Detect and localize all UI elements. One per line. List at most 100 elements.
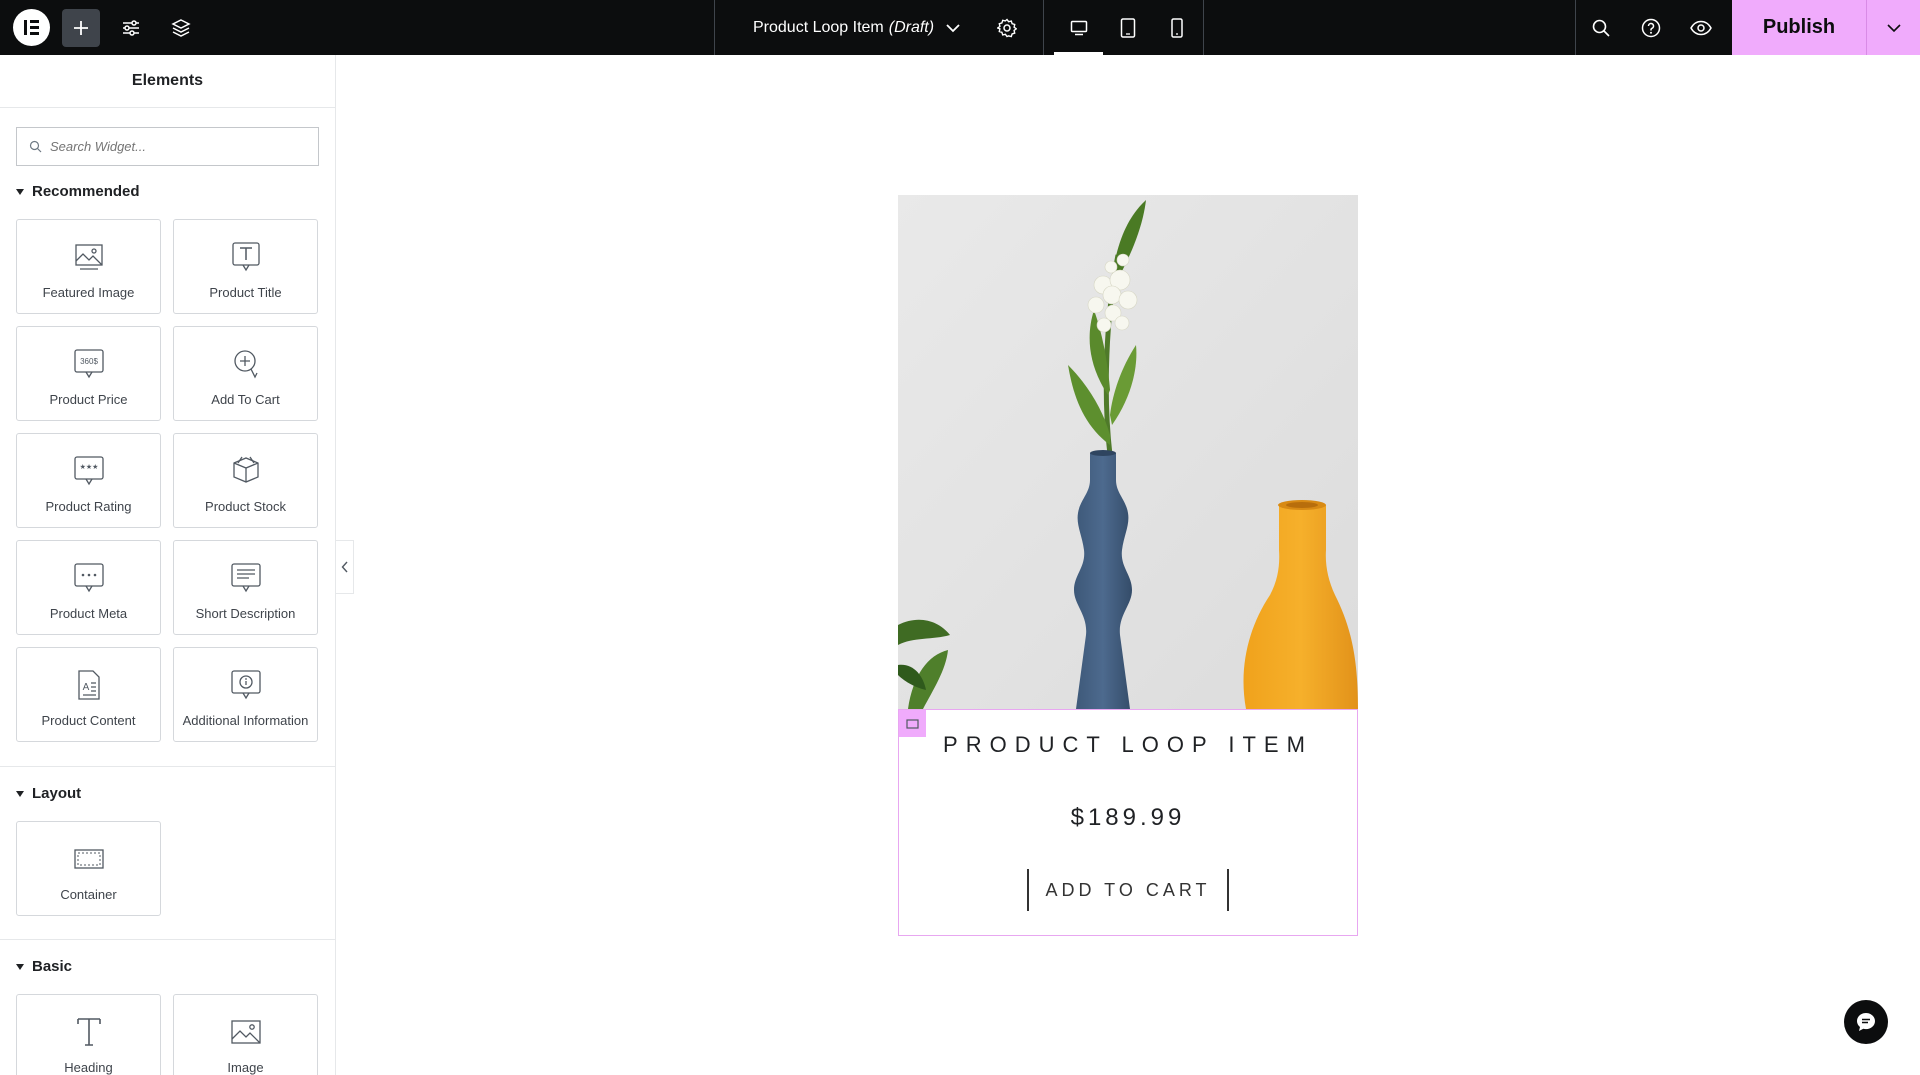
- chevron-left-icon: [341, 561, 349, 573]
- widget-label: Product Rating: [45, 499, 132, 514]
- product-rating-icon: ★★★: [73, 452, 105, 490]
- layers-icon: [171, 18, 191, 38]
- svg-text:★★★: ★★★: [79, 463, 98, 471]
- widget-label: Heading: [64, 1060, 113, 1075]
- short-description-icon: [230, 559, 262, 597]
- widget-add-to-cart[interactable]: Add To Cart: [173, 326, 318, 421]
- search-input[interactable]: [50, 139, 290, 154]
- recommended-widgets: Featured Image Product Title 360$ Produc…: [16, 219, 318, 742]
- document-title: Product Loop Item: [753, 18, 884, 36]
- section-basic[interactable]: Basic: [16, 958, 72, 975]
- site-settings-button[interactable]: [112, 9, 150, 47]
- widget-label: Container: [60, 887, 117, 902]
- widget-label: Product Meta: [49, 606, 128, 621]
- section-layout[interactable]: Layout: [16, 785, 81, 802]
- add-to-cart-icon: [231, 345, 261, 383]
- chat-icon: [1855, 1011, 1877, 1033]
- widget-additional-information[interactable]: Additional Information: [173, 647, 318, 742]
- image-icon: [230, 1013, 262, 1051]
- widget-product-content[interactable]: A Product Content: [16, 647, 161, 742]
- help-button[interactable]: [1626, 0, 1676, 55]
- container-icon: [73, 840, 105, 878]
- widget-label: Additional Information: [182, 713, 309, 728]
- caret-down-icon: [16, 963, 24, 970]
- additional-information-icon: [230, 666, 262, 704]
- product-price-icon: 360$: [73, 345, 105, 383]
- gear-icon: [997, 17, 1017, 38]
- widget-label: Product Content: [41, 713, 136, 728]
- widget-short-description[interactable]: Short Description: [173, 540, 318, 635]
- collapse-panel-button[interactable]: [336, 540, 354, 594]
- add-element-button[interactable]: [62, 8, 100, 47]
- container-handle[interactable]: [899, 710, 926, 737]
- widget-product-price[interactable]: 360$ Product Price: [16, 326, 161, 421]
- featured-image[interactable]: [898, 195, 1358, 709]
- section-title-label: Basic: [32, 958, 73, 975]
- widget-product-stock[interactable]: Product Stock: [173, 433, 318, 528]
- heading-icon: [74, 1013, 104, 1051]
- desktop-view-button[interactable]: [1054, 0, 1103, 55]
- tablet-view-button[interactable]: [1103, 0, 1152, 55]
- widget-heading[interactable]: Heading: [16, 994, 161, 1075]
- widget-label: Image: [227, 1060, 264, 1075]
- widget-label: Short Description: [195, 606, 296, 621]
- product-content-icon: A: [75, 666, 103, 704]
- document-status: (Draft): [888, 18, 935, 36]
- document-title-button[interactable]: Product Loop Item (Draft): [715, 19, 983, 37]
- section-title-label: Layout: [32, 785, 82, 802]
- mobile-view-button[interactable]: [1152, 0, 1201, 55]
- search-icon: [29, 140, 42, 153]
- mobile-icon: [1170, 17, 1183, 38]
- widget-label: Product Stock: [205, 499, 286, 514]
- featured-image-icon: [74, 238, 104, 276]
- top-bar: Product Loop Item (Draft) Publish: [0, 0, 1920, 55]
- divider: [0, 939, 335, 940]
- desktop-icon: [1070, 20, 1088, 36]
- add-to-cart-button[interactable]: ADD TO CART: [1027, 869, 1229, 911]
- section-title-label: Recommended: [32, 183, 140, 200]
- publish-button[interactable]: Publish: [1732, 0, 1866, 55]
- product-loop-card[interactable]: PRODUCT LOOP ITEM $189.99 ADD TO CART: [898, 195, 1358, 936]
- widget-featured-image[interactable]: Featured Image: [16, 219, 161, 314]
- widget-product-title[interactable]: Product Title: [173, 219, 318, 314]
- widget-label: Product Price: [49, 392, 128, 407]
- plus-icon: [72, 19, 90, 37]
- preview-button[interactable]: [1676, 0, 1726, 55]
- section-recommended[interactable]: Recommended: [16, 183, 140, 200]
- widget-product-rating[interactable]: ★★★ Product Rating: [16, 433, 161, 528]
- widget-label: Add To Cart: [211, 392, 280, 407]
- container-icon: [906, 718, 919, 729]
- structure-button[interactable]: [162, 9, 200, 47]
- publish-options-button[interactable]: [1866, 0, 1920, 55]
- chat-button[interactable]: [1844, 1000, 1888, 1044]
- page-settings-button[interactable]: [983, 17, 1031, 38]
- elementor-logo-icon[interactable]: [13, 9, 50, 46]
- panel-title: Elements: [0, 55, 335, 108]
- product-title[interactable]: PRODUCT LOOP ITEM: [939, 731, 1317, 758]
- widget-container[interactable]: Container: [16, 821, 161, 916]
- product-info-container[interactable]: PRODUCT LOOP ITEM $189.99 ADD TO CART: [898, 709, 1358, 936]
- caret-down-icon: [16, 790, 24, 797]
- product-meta-icon: [73, 559, 105, 597]
- product-price[interactable]: $189.99: [899, 804, 1357, 832]
- product-title-icon: [231, 238, 261, 276]
- divider: [0, 766, 335, 767]
- product-stock-icon: [230, 452, 262, 490]
- tablet-icon: [1120, 17, 1136, 38]
- finder-button[interactable]: [1576, 0, 1626, 55]
- widget-label: Featured Image: [42, 285, 135, 300]
- svg-text:360$: 360$: [80, 357, 98, 366]
- sliders-icon: [121, 19, 141, 37]
- caret-down-icon: [16, 188, 24, 195]
- search-icon: [1591, 18, 1611, 38]
- widget-label: Product Title: [209, 285, 282, 300]
- eye-icon: [1690, 20, 1712, 36]
- widget-product-meta[interactable]: Product Meta: [16, 540, 161, 635]
- widget-search[interactable]: [16, 127, 319, 166]
- widget-image[interactable]: Image: [173, 994, 318, 1075]
- chevron-down-icon: [946, 23, 960, 33]
- chevron-down-icon: [1886, 23, 1901, 33]
- layout-widgets: Container: [16, 821, 318, 916]
- svg-text:A: A: [82, 682, 89, 693]
- help-icon: [1641, 18, 1661, 38]
